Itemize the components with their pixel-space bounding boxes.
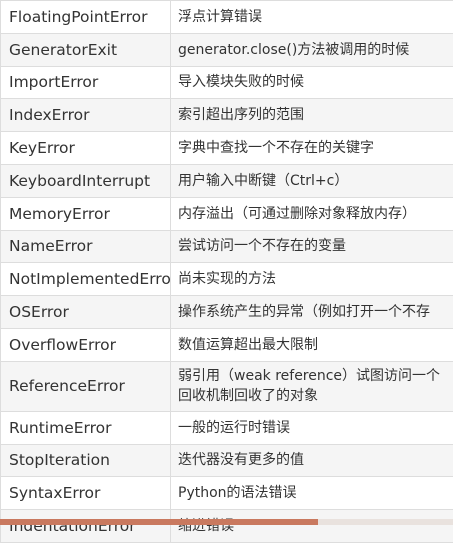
exception-description: 迭代器没有更多的值 — [171, 444, 453, 477]
table-row: ImportError 导入模块失败的时候 — [1, 66, 453, 99]
exception-name: MemoryError — [1, 197, 171, 230]
exception-description: 尝试访问一个不存在的变量 — [171, 230, 453, 263]
table-row: StopIteration 迭代器没有更多的值 — [1, 444, 453, 477]
exception-table-container: FloatingPointError 浮点计算错误 GeneratorExit … — [0, 0, 453, 543]
exception-name: SyntaxError — [1, 477, 171, 510]
table-row: NotImplementedError 尚未实现的方法 — [1, 263, 453, 296]
exception-name: NotImplementedError — [1, 263, 171, 296]
exception-description: 索引超出序列的范围 — [171, 99, 453, 132]
exception-description: 弱引用（weak reference）试图访问一个 回收机制回收了的对象 — [171, 361, 453, 411]
exception-description: 操作系统产生的异常（例如打开一个不存 — [171, 296, 453, 329]
exception-name: FloatingPointError — [1, 1, 171, 34]
table-row: KeyboardInterrupt 用户输入中断键（Ctrl+c） — [1, 164, 453, 197]
exception-description: 用户输入中断键（Ctrl+c） — [171, 164, 453, 197]
exception-name: ImportError — [1, 66, 171, 99]
table-row: RuntimeError 一般的运行时错误 — [1, 411, 453, 444]
exception-description: 内存溢出（可通过删除对象释放内存） — [171, 197, 453, 230]
bottom-edge-fade — [318, 519, 453, 525]
table-row: OverflowError 数值运算超出最大限制 — [1, 328, 453, 361]
exception-name: KeyboardInterrupt — [1, 164, 171, 197]
description-line: 回收机制回收了的对象 — [178, 386, 453, 406]
exception-name: StopIteration — [1, 444, 171, 477]
exception-description: 导入模块失败的时候 — [171, 66, 453, 99]
exception-name: IndexError — [1, 99, 171, 132]
exception-name: KeyError — [1, 132, 171, 165]
exception-description: Python的语法错误 — [171, 477, 453, 510]
exception-name: ReferenceError — [1, 361, 171, 411]
table-row: OSError 操作系统产生的异常（例如打开一个不存 — [1, 296, 453, 329]
description-line: 弱引用（weak reference）试图访问一个 — [178, 366, 453, 386]
exception-description: 浮点计算错误 — [171, 1, 453, 34]
exception-name: GeneratorExit — [1, 33, 171, 66]
table-row: IndexError 索引超出序列的范围 — [1, 99, 453, 132]
exception-description: 数值运算超出最大限制 — [171, 328, 453, 361]
exception-name: OverflowError — [1, 328, 171, 361]
table-row: ReferenceError 弱引用（weak reference）试图访问一个… — [1, 361, 453, 411]
exception-name: NameError — [1, 230, 171, 263]
table-row: IndentationError 缩进错误 — [1, 510, 453, 543]
exception-description: 尚未实现的方法 — [171, 263, 453, 296]
table-row: GeneratorExit generator.close()方法被调用的时候 — [1, 33, 453, 66]
table-row: MemoryError 内存溢出（可通过删除对象释放内存） — [1, 197, 453, 230]
exception-name: RuntimeError — [1, 411, 171, 444]
exception-name: OSError — [1, 296, 171, 329]
exception-table: FloatingPointError 浮点计算错误 GeneratorExit … — [0, 0, 453, 543]
table-row: FloatingPointError 浮点计算错误 — [1, 1, 453, 34]
exception-description: generator.close()方法被调用的时候 — [171, 33, 453, 66]
exception-name: IndentationError — [1, 510, 171, 543]
exception-description: 字典中查找一个不存在的关键字 — [171, 132, 453, 165]
table-row: SyntaxError Python的语法错误 — [1, 477, 453, 510]
table-row: NameError 尝试访问一个不存在的变量 — [1, 230, 453, 263]
exception-description: 缩进错误 — [171, 510, 453, 543]
bottom-edge-bar — [0, 519, 318, 525]
table-row: KeyError 字典中查找一个不存在的关键字 — [1, 132, 453, 165]
exception-description: 一般的运行时错误 — [171, 411, 453, 444]
